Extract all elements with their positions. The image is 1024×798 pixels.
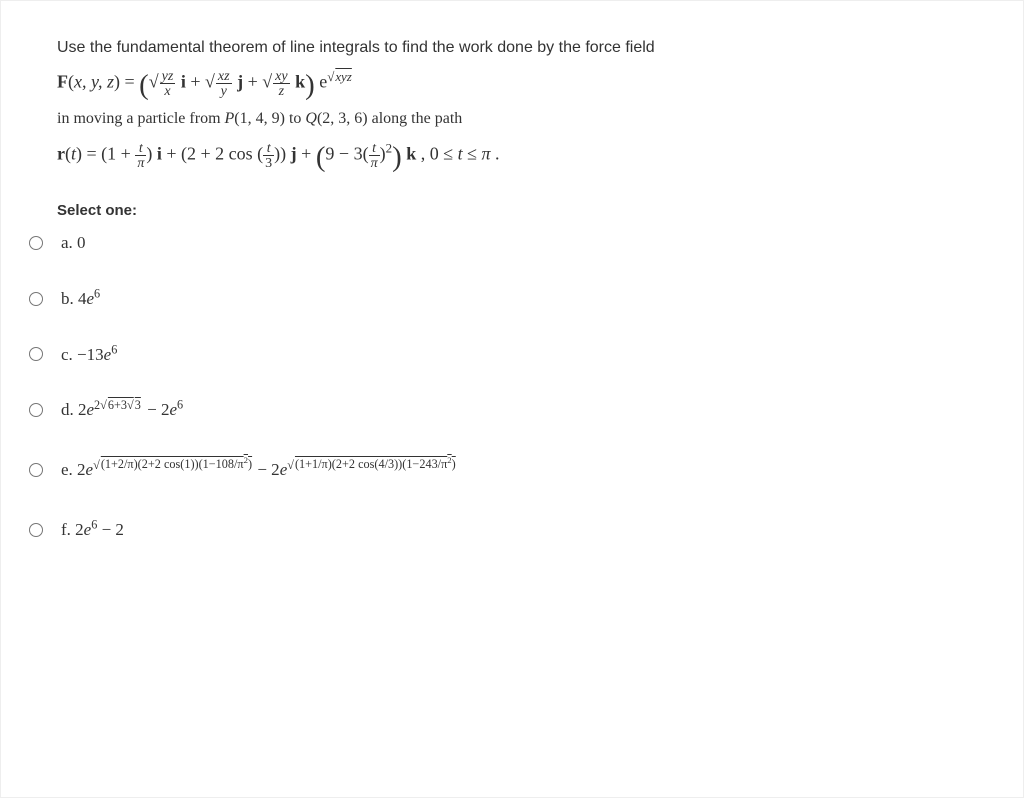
option-a[interactable]: a. 0 bbox=[57, 231, 991, 255]
radio-c[interactable] bbox=[29, 347, 43, 361]
option-c[interactable]: c. −13e6 bbox=[57, 343, 991, 367]
option-d[interactable]: d. 2e2√6+3√3 − 2e6 bbox=[57, 398, 991, 422]
option-e[interactable]: e. 2e√(1+2/π)(2+2 cos(1))(1−108/π2) − 2e… bbox=[57, 458, 991, 482]
option-f-label: f. 2e6 − 2 bbox=[61, 518, 124, 542]
path-formula: r(t) = (1 + tπ) i + (2 + 2 cos (t3)) j +… bbox=[57, 141, 991, 170]
force-field-formula: F(x, y, z) = (√yzx i + √xzy j + √xyz k) … bbox=[57, 69, 991, 98]
option-b[interactable]: b. 4e6 bbox=[57, 287, 991, 311]
question-intro: Use the fundamental theorem of line inte… bbox=[57, 37, 991, 59]
radio-a[interactable] bbox=[29, 236, 43, 250]
options-list: a. 0 b. 4e6 c. −13e6 d. 2e2√6+3√3 − 2e6 … bbox=[57, 231, 991, 542]
option-c-label: c. −13e6 bbox=[61, 343, 117, 367]
radio-b[interactable] bbox=[29, 292, 43, 306]
radio-f[interactable] bbox=[29, 523, 43, 537]
radio-e[interactable] bbox=[29, 463, 43, 477]
option-e-label: e. 2e√(1+2/π)(2+2 cos(1))(1−108/π2) − 2e… bbox=[61, 458, 457, 482]
question-stem: Use the fundamental theorem of line inte… bbox=[57, 37, 991, 170]
select-one-label: Select one: bbox=[57, 200, 991, 221]
particle-text: in moving a particle from P(1, 4, 9) to … bbox=[57, 108, 991, 130]
option-a-label: a. 0 bbox=[61, 231, 86, 255]
option-d-label: d. 2e2√6+3√3 − 2e6 bbox=[61, 398, 183, 422]
option-b-label: b. 4e6 bbox=[61, 287, 100, 311]
option-f[interactable]: f. 2e6 − 2 bbox=[57, 518, 991, 542]
radio-d[interactable] bbox=[29, 403, 43, 417]
